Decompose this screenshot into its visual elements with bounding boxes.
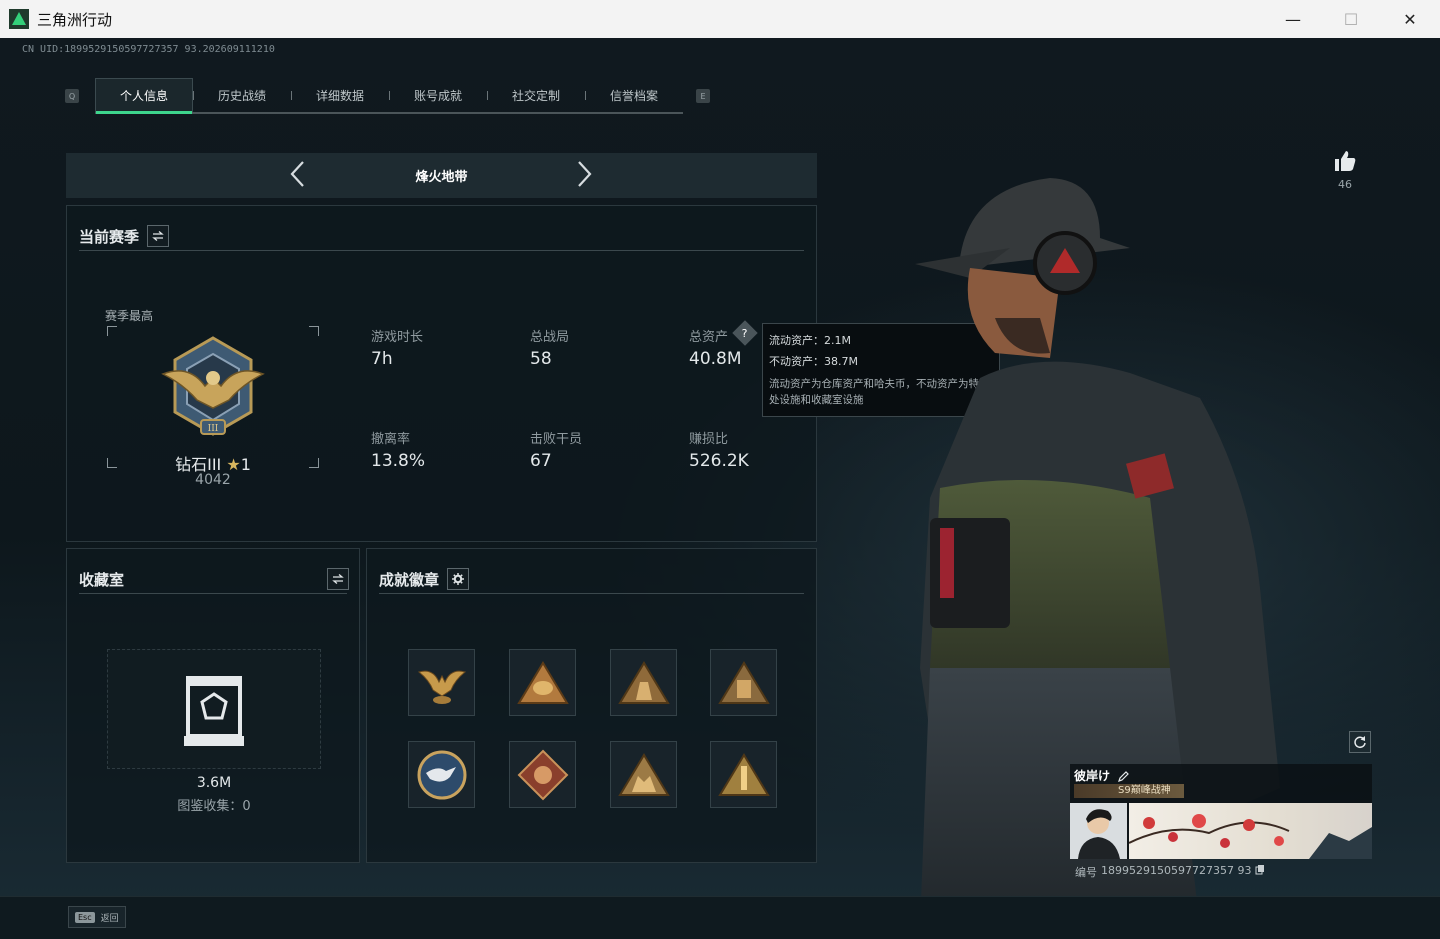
player-banner-image <box>1128 803 1372 859</box>
mode-title: 烽火地带 <box>415 170 468 185</box>
gear-icon <box>452 573 465 585</box>
stat-value-profit-ratio: 526.2K <box>689 451 749 471</box>
player-card[interactable]: 彼岸け S9巅峰战神 <box>1070 764 1372 859</box>
badge-warrior-triangle-icon[interactable] <box>610 741 677 808</box>
swap-icon <box>152 231 164 241</box>
pencil-icon <box>1118 771 1129 782</box>
collection-room-panel: 收藏室 3.6M 图鉴收集：0 <box>66 548 360 863</box>
svg-text:III: III <box>208 424 219 434</box>
tab-history[interactable]: 历史战绩 <box>193 78 291 112</box>
stat-label-extract-rate: 撤离率 <box>371 432 411 447</box>
tab-personal-info[interactable]: 个人信息 <box>95 78 193 114</box>
likes-widget[interactable]: 46 <box>1330 150 1360 191</box>
player-name: 彼岸け <box>1074 769 1111 783</box>
collection-title: 收藏室 <box>79 570 125 589</box>
season-peak-label: 赛季最高 <box>105 309 154 323</box>
player-id-label: 编号 <box>1075 866 1097 879</box>
badge-rocket-triangle-icon[interactable] <box>710 741 777 808</box>
back-label: 返回 <box>100 913 119 924</box>
tab-credit-record[interactable]: 信誉档案 <box>585 78 683 112</box>
collection-preview[interactable] <box>107 649 321 769</box>
player-id-line: 编号 1899529150597727357 93 <box>1075 864 1265 880</box>
tab-bar: 个人信息 历史战绩 详细数据 账号成就 社交定制 信誉档案 <box>95 78 683 114</box>
display-case-icon <box>182 672 246 752</box>
window-title: 三角洲行动 <box>37 10 113 29</box>
badges-settings-button[interactable] <box>447 568 470 590</box>
collection-value: 3.6M <box>196 775 232 791</box>
season-title: 当前赛季 <box>79 227 140 246</box>
tab-prev-key[interactable]: Q <box>65 89 79 103</box>
collection-switch-button[interactable] <box>327 568 349 590</box>
tooltip-liquid-label: 流动资产： <box>769 334 824 347</box>
badge-eagle-round-icon[interactable] <box>408 741 475 808</box>
stat-label-total-assets: 总资产 <box>689 330 729 345</box>
refresh-icon <box>1354 736 1366 749</box>
likes-count: 46 <box>1338 178 1352 191</box>
swap-icon <box>332 574 344 584</box>
assets-help-icon[interactable]: ? <box>732 320 758 346</box>
tooltip-fixed-label: 不动资产： <box>769 355 824 368</box>
maximize-button[interactable]: ☐ <box>1322 0 1380 38</box>
stat-value-kills: 67 <box>530 451 552 471</box>
player-title-tag: S9巅峰战神 <box>1074 784 1184 798</box>
bottom-bar: Esc 返回 <box>0 896 1440 939</box>
stat-value-extract-rate: 13.8% <box>371 451 426 471</box>
stat-value-total-assets: 40.8M <box>689 349 742 369</box>
tooltip-liquid-value: 2.1M <box>824 334 851 347</box>
rank-points: 4042 <box>195 472 231 488</box>
rank-emblem-icon: III <box>159 334 267 446</box>
badge-eagle-crest-icon[interactable] <box>408 649 475 716</box>
tab-next-key[interactable]: E <box>696 89 710 103</box>
esc-key: Esc <box>75 911 95 923</box>
chevron-left-icon <box>290 161 304 187</box>
tab-social-custom[interactable]: 社交定制 <box>487 78 585 112</box>
stat-label-playtime: 游戏时长 <box>371 330 424 345</box>
stat-value-playtime: 7h <box>371 349 393 369</box>
player-avatar[interactable] <box>1070 803 1127 859</box>
tab-achievements[interactable]: 账号成就 <box>389 78 487 112</box>
current-season-panel: 当前赛季 赛季最高 III 钻石III ★1 4042 游戏时长 7h 总战局 … <box>66 205 817 542</box>
close-button[interactable]: ✕ <box>1381 0 1439 38</box>
tab-detailed-data[interactable]: 详细数据 <box>291 78 389 112</box>
mode-next-button[interactable] <box>576 159 594 196</box>
thumbs-up-icon <box>1335 151 1356 171</box>
copy-icon[interactable] <box>1255 864 1265 880</box>
stat-label-profit-ratio: 赚损比 <box>689 432 729 447</box>
uid-line: CN UID:1899529150597727357 93.2026091112… <box>22 44 275 55</box>
season-switch-button[interactable] <box>147 225 170 247</box>
stat-label-kills: 击败干员 <box>530 432 583 447</box>
window-titlebar: 三角洲行动 — ☐ ✕ <box>0 0 1440 38</box>
mode-prev-button[interactable] <box>288 159 306 196</box>
badge-dragon-diamond-icon[interactable] <box>509 741 576 808</box>
badge-soldier-triangle-icon[interactable] <box>610 649 677 716</box>
back-button[interactable]: Esc 返回 <box>68 906 126 928</box>
badge-gear-triangle-icon[interactable] <box>710 649 777 716</box>
badges-title: 成就徽章 <box>379 570 440 589</box>
app-viewport: CN UID:1899529150597727357 93.2026091112… <box>0 38 1440 939</box>
stat-value-total-matches: 58 <box>530 349 552 369</box>
collection-caption: 图鉴收集：0 <box>177 799 251 814</box>
refresh-button[interactable] <box>1349 731 1371 753</box>
badge-helmet-triangle-icon[interactable] <box>509 649 576 716</box>
chevron-right-icon <box>578 161 592 187</box>
stat-label-total-matches: 总战局 <box>530 330 570 345</box>
minimize-button[interactable]: — <box>1264 0 1322 38</box>
player-id: 1899529150597727357 93 <box>1101 864 1252 877</box>
tooltip-fixed-value: 38.7M <box>824 355 858 368</box>
mode-selector: 烽火地带 <box>66 153 817 198</box>
app-logo-icon <box>9 9 29 29</box>
